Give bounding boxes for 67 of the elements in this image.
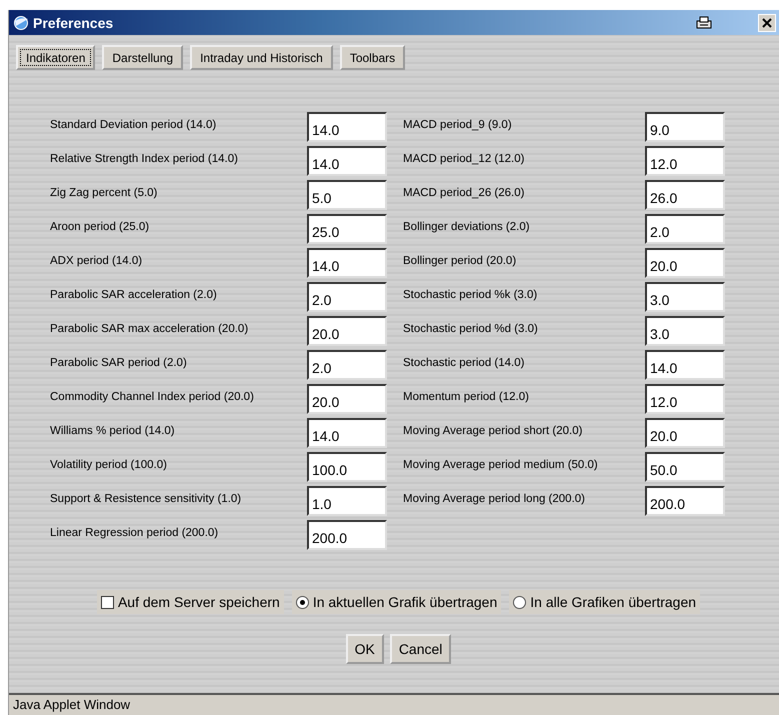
field-label: Stochastic period (14.0) (403, 356, 526, 371)
input-field[interactable]: 2.0 (307, 350, 387, 380)
field-label: MACD period_26 (26.0) (403, 186, 526, 201)
field-label: Bollinger deviations (2.0) (403, 220, 531, 235)
field-label: Parabolic SAR period (2.0) (50, 356, 188, 371)
input-field[interactable]: 20.0 (645, 418, 725, 448)
input-field[interactable]: 14.0 (645, 350, 725, 380)
field-label: Standard Deviation period (14.0) (50, 118, 218, 133)
input-field[interactable]: 50.0 (645, 452, 725, 482)
input-field[interactable]: 14.0 (307, 112, 387, 142)
input-field[interactable]: 3.0 (645, 282, 725, 312)
field-label: Linear Regression period (200.0) (50, 526, 220, 541)
field-label: Relative Strength Index period (14.0) (50, 152, 239, 167)
field-label: Support & Resistence sensitivity (1.0) (50, 492, 242, 507)
input-field[interactable]: 20.0 (645, 248, 725, 278)
input-field[interactable]: 14.0 (307, 418, 387, 448)
option[interactable]: In aktuellen Grafik übertragen (292, 590, 502, 614)
field-label: Moving Average period medium (50.0) (403, 458, 599, 473)
input-field[interactable]: 9.0 (645, 112, 725, 142)
close-icon[interactable] (758, 14, 776, 32)
checkbox[interactable] (100, 596, 114, 608)
field-label: Moving Average period short (20.0) (403, 424, 584, 439)
option[interactable]: In alle Grafiken übertragen (509, 590, 700, 614)
input-field[interactable]: 20.0 (307, 384, 387, 414)
input-field[interactable]: 200.0 (645, 486, 725, 516)
status-bar: Java Applet Window (9, 693, 779, 715)
tab[interactable]: Indikatoren (16, 45, 96, 70)
option[interactable]: Auf dem Server speichern (96, 590, 284, 614)
input-field[interactable]: 20.0 (307, 316, 387, 346)
field-label: Moving Average period long (200.0) (403, 492, 586, 507)
field-label: ADX period (14.0) (50, 254, 144, 269)
tab[interactable]: Darstellung (102, 45, 184, 70)
input-field[interactable]: 26.0 (645, 180, 725, 210)
radio-button[interactable] (513, 596, 526, 608)
field-label: Momentum period (12.0) (403, 390, 530, 405)
dialog-button[interactable]: OK (346, 634, 384, 664)
input-field[interactable]: 12.0 (645, 146, 725, 176)
globe-icon (13, 14, 29, 30)
field-label: Commodity Channel Index period (20.0) (50, 390, 255, 405)
field-label: Stochastic period %d (3.0) (403, 322, 539, 337)
input-field[interactable]: 100.0 (307, 452, 387, 482)
field-label: Williams % period (14.0) (50, 424, 176, 439)
window-title: Preferences (33, 14, 114, 30)
input-field[interactable]: 2.0 (307, 282, 387, 312)
input-field[interactable]: 14.0 (307, 146, 387, 176)
field-label: Aroon period (25.0) (50, 220, 150, 235)
tab[interactable]: Toolbars (340, 45, 406, 70)
printer-icon[interactable] (696, 16, 712, 30)
field-label: Stochastic period %k (3.0) (403, 288, 538, 303)
field-label: MACD period_9 (9.0) (403, 118, 513, 133)
tab[interactable]: Intraday und Historisch (190, 45, 333, 70)
input-field[interactable]: 12.0 (645, 384, 725, 414)
input-field[interactable]: 1.0 (307, 486, 387, 516)
input-field[interactable]: 25.0 (307, 214, 387, 244)
input-field[interactable]: 2.0 (645, 214, 725, 244)
input-field[interactable]: 200.0 (307, 520, 387, 550)
field-label: Zig Zag percent (5.0) (50, 186, 158, 201)
input-field[interactable]: 14.0 (307, 248, 387, 278)
field-label: Parabolic SAR acceleration (2.0) (50, 288, 218, 303)
field-label: Parabolic SAR max acceleration (20.0) (50, 322, 250, 337)
field-label: MACD period_12 (12.0) (403, 152, 526, 167)
radio-button[interactable] (296, 596, 309, 608)
field-label: Volatility period (100.0) (50, 458, 168, 473)
field-label: Bollinger period (20.0) (403, 254, 518, 269)
input-field[interactable]: 3.0 (645, 316, 725, 346)
input-field[interactable]: 5.0 (307, 180, 387, 210)
dialog-button[interactable]: Cancel (390, 634, 452, 664)
